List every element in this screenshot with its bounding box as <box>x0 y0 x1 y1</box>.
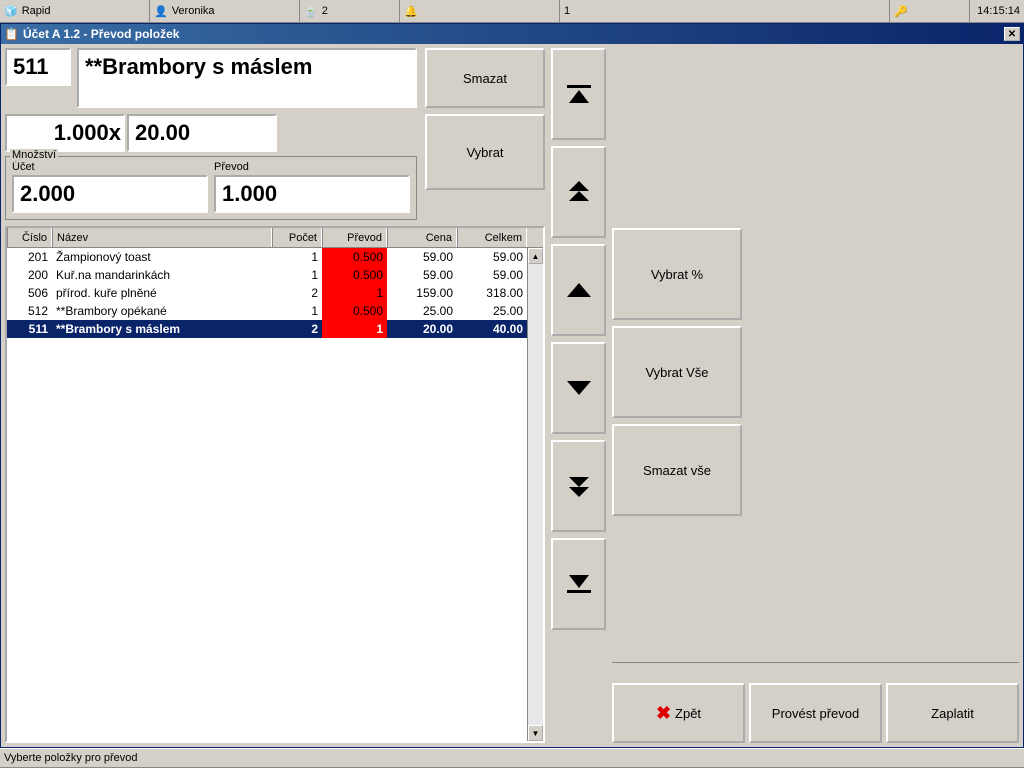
col-prevod[interactable]: Převod <box>322 228 387 247</box>
topbar-count1-label: 2 <box>322 5 328 17</box>
vybrat-percent-button[interactable]: Vybrat % <box>612 228 742 320</box>
col-cena[interactable]: Cena <box>387 228 457 247</box>
table-row[interactable]: 506přírod. kuře plněné21159.00318.00 <box>7 284 543 302</box>
item-qty-box: 1.000x <box>5 114 125 152</box>
col-pocet[interactable]: Počet <box>272 228 322 247</box>
table-header: Číslo Název Počet Převod Cena Celkem <box>7 228 543 248</box>
smazat-button[interactable]: Smazat <box>425 48 545 108</box>
window-icon: 📋 <box>4 27 19 41</box>
nav-bottom-button[interactable] <box>551 538 606 630</box>
table-row[interactable]: 200Kuř.na mandarinkách10.50059.0059.00 <box>7 266 543 284</box>
item-price-box: 20.00 <box>127 114 277 152</box>
transfer-window: 📋 Účet A 1.2 - Převod položek ✕ 511 **Br… <box>0 23 1024 748</box>
table-row[interactable]: 512**Brambory opékané10.50025.0025.00 <box>7 302 543 320</box>
status-text: Vyberte položky pro převod <box>4 752 138 764</box>
topbar-keys[interactable]: 🔑 <box>890 0 970 22</box>
col-nazev[interactable]: Název <box>52 228 272 247</box>
left-panel: 511 **Brambory s máslem 1.000x 20.00 Mno… <box>5 48 545 743</box>
nav-page-up-button[interactable] <box>551 146 606 238</box>
topbar-time: 14:15:14 <box>970 0 1024 22</box>
table-row[interactable]: 201Žampionový toast10.50059.0059.00 <box>7 248 543 266</box>
user-icon: 👤 <box>154 5 168 18</box>
zpet-button[interactable]: ✖ Zpět <box>612 683 745 743</box>
app-icon: 🧊 <box>4 5 18 18</box>
ucet-value[interactable]: 2.000 <box>12 175 208 213</box>
topbar-count1[interactable]: 🍵 2 <box>300 0 400 22</box>
close-icon: ✖ <box>656 703 671 724</box>
quantity-legend: Množství <box>10 149 58 161</box>
vybrat-vse-button[interactable]: Vybrat Vše <box>612 326 742 418</box>
topbar-user[interactable]: 👤 Veronika <box>150 0 300 22</box>
col-celkem[interactable]: Celkem <box>457 228 527 247</box>
prevod-value[interactable]: 1.000 <box>214 175 410 213</box>
window-title: Účet A 1.2 - Převod položek <box>23 27 180 41</box>
topbar-count2[interactable]: 1 <box>560 0 890 22</box>
items-table[interactable]: Číslo Název Počet Převod Cena Celkem 201… <box>5 226 545 743</box>
scroll-up-icon[interactable]: ▲ <box>528 248 543 264</box>
nav-up-button[interactable] <box>551 244 606 336</box>
topbar-user-label: Veronika <box>172 5 215 17</box>
quantity-group: Množství Účet 2.000 Převod 1.000 <box>5 156 417 220</box>
topbar-count2-label: 1 <box>564 5 570 17</box>
nav-down-button[interactable] <box>551 342 606 434</box>
item-name-box: **Brambory s máslem <box>77 48 417 108</box>
table-row[interactable]: 511**Brambory s máslem2120.0040.00 <box>7 320 543 338</box>
col-cislo[interactable]: Číslo <box>7 228 52 247</box>
close-button[interactable]: ✕ <box>1004 27 1020 41</box>
scroll-down-icon[interactable]: ▼ <box>528 725 543 741</box>
zaplatit-button[interactable]: Zaplatit <box>886 683 1019 743</box>
nav-page-down-button[interactable] <box>551 440 606 532</box>
topbar-rapid-label: Rapid <box>22 5 51 17</box>
status-bar: Vyberte položky pro převod <box>0 748 1024 768</box>
bell-icon: 🔔 <box>404 5 418 18</box>
topbar-bell[interactable]: 🔔 <box>400 0 560 22</box>
smazat-vse-button[interactable]: Smazat vše <box>612 424 742 516</box>
topbar-rapid[interactable]: 🧊 Rapid <box>0 0 150 22</box>
keys-icon: 🔑 <box>894 5 908 18</box>
nav-buttons <box>551 48 606 743</box>
prevod-label: Převod <box>214 161 410 173</box>
provest-prevod-button[interactable]: Provést převod <box>749 683 882 743</box>
table-scrollbar[interactable]: ▲ ▼ <box>527 248 543 741</box>
vybrat-button[interactable]: Vybrat <box>425 114 545 190</box>
bottom-actions: ✖ Zpět Provést převod Zaplatit <box>612 662 1019 743</box>
top-system-bar: 🧊 Rapid 👤 Veronika 🍵 2 🔔 1 🔑 14:15:14 <box>0 0 1024 23</box>
topbar-time-label: 14:15:14 <box>977 5 1020 17</box>
window-titlebar[interactable]: 📋 Účet A 1.2 - Převod položek ✕ <box>1 24 1023 44</box>
ucet-label: Účet <box>12 161 208 173</box>
nav-top-button[interactable] <box>551 48 606 140</box>
table-icon: 🍵 <box>304 5 318 18</box>
item-code-box: 511 <box>5 48 71 86</box>
right-panel: Vybrat % Vybrat Vše Smazat vše ✖ Zpět Pr… <box>612 48 1019 743</box>
